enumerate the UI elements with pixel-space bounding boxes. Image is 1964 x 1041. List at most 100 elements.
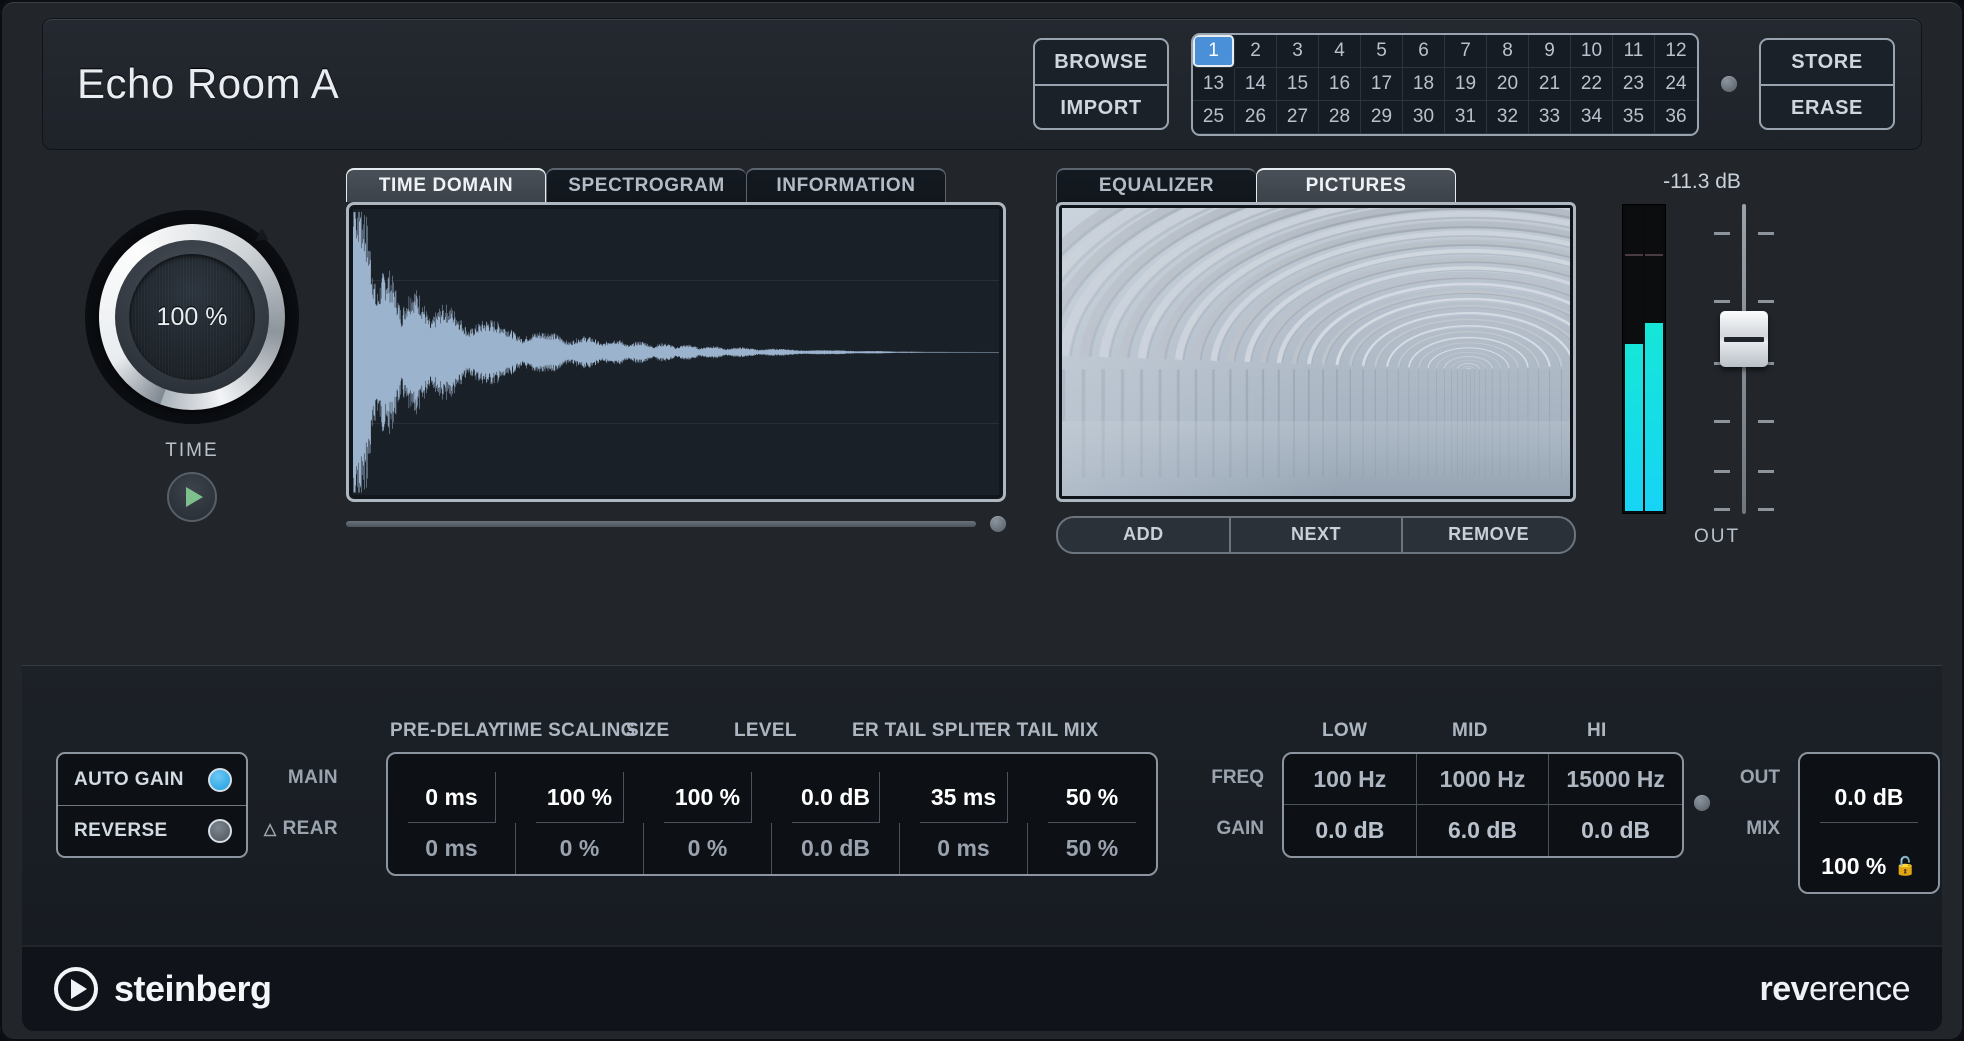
preset-slot-5[interactable]: 5	[1361, 34, 1403, 68]
preset-slot-29[interactable]: 29	[1361, 100, 1403, 134]
preset-slot-25[interactable]: 25	[1193, 100, 1235, 134]
tab-information[interactable]: INFORMATION	[746, 168, 946, 202]
preset-slot-28[interactable]: 28	[1319, 100, 1361, 134]
preset-slot-32[interactable]: 32	[1487, 100, 1529, 134]
play-button[interactable]	[167, 472, 217, 522]
eq-freq-1[interactable]: 1000 Hz	[1416, 754, 1550, 805]
preset-slot-1[interactable]: 1	[1193, 34, 1235, 68]
rear-value-4[interactable]: 0 ms	[900, 823, 1028, 874]
eq-header-mid: MID	[1452, 720, 1488, 741]
store-button[interactable]: STORE	[1761, 40, 1893, 84]
remove-picture-button[interactable]: REMOVE	[1401, 518, 1574, 552]
preset-slot-11[interactable]: 11	[1613, 34, 1655, 68]
eq-gain-1[interactable]: 6.0 dB	[1417, 805, 1550, 856]
preset-slot-22[interactable]: 22	[1571, 67, 1613, 101]
output-meter-group: -11.3 dB OUT	[1622, 168, 1812, 548]
eq-gain-0[interactable]: 0.0 dB	[1284, 805, 1417, 856]
level-meter	[1622, 204, 1666, 514]
preset-slot-27[interactable]: 27	[1277, 100, 1319, 134]
preset-slot-36[interactable]: 36	[1655, 101, 1697, 134]
preset-slot-20[interactable]: 20	[1487, 67, 1529, 101]
main-value-2[interactable]: 100 %	[664, 772, 752, 823]
play-icon	[186, 487, 203, 507]
next-picture-button[interactable]: NEXT	[1228, 518, 1402, 552]
preset-slot-34[interactable]: 34	[1571, 100, 1613, 134]
erase-button[interactable]: ERASE	[1761, 84, 1893, 128]
preset-slot-16[interactable]: 16	[1319, 67, 1361, 101]
eq-freq-0[interactable]: 100 Hz	[1284, 754, 1417, 805]
preset-slot-6[interactable]: 6	[1403, 34, 1445, 68]
display-scrollbar[interactable]	[346, 521, 976, 527]
preset-slot-9[interactable]: 9	[1529, 34, 1571, 68]
param-header-size: SIZE	[626, 720, 670, 741]
preset-slot-3[interactable]: 3	[1277, 34, 1319, 68]
rear-value-2[interactable]: 0 %	[644, 823, 772, 874]
preset-slot-23[interactable]: 23	[1613, 67, 1655, 101]
preset-slot-31[interactable]: 31	[1445, 100, 1487, 134]
unlocked-padlock-icon[interactable]: 🔓	[1894, 856, 1916, 877]
display-panel: TIME DOMAIN SPECTROGRAM INFORMATION	[346, 168, 1006, 532]
tab-spectrogram[interactable]: SPECTROGRAM	[546, 168, 746, 202]
time-knob-group: 100 % TIME	[42, 168, 342, 522]
main-value-3[interactable]: 0.0 dB	[792, 772, 880, 823]
browse-button[interactable]: BROWSE	[1035, 40, 1167, 84]
preset-slot-7[interactable]: 7	[1445, 34, 1487, 68]
preset-slot-33[interactable]: 33	[1529, 100, 1571, 134]
main-value-5[interactable]: 50 %	[1048, 772, 1136, 823]
display-options-dot[interactable]	[990, 516, 1006, 532]
eq-gain-2[interactable]: 0.0 dB	[1549, 805, 1682, 856]
reverse-toggle[interactable]: REVERSE	[58, 805, 246, 856]
main-value-4[interactable]: 35 ms	[920, 772, 1008, 823]
time-knob-label: TIME	[165, 440, 219, 461]
out-gain-value[interactable]: 0.0 dB	[1820, 772, 1918, 823]
preset-slot-15[interactable]: 15	[1277, 67, 1319, 101]
import-button[interactable]: IMPORT	[1035, 84, 1167, 128]
matrix-options-dot[interactable]	[1721, 76, 1737, 92]
preset-slot-2[interactable]: 2	[1235, 34, 1277, 68]
preset-slot-matrix[interactable]: 1 2 3 4 5 6 7 8 9 10 11 12 13 14 15 16 17 18 19 20 21 22 23 24 2…	[1191, 32, 1699, 136]
auto-gain-toggle[interactable]: AUTO GAIN	[58, 754, 246, 805]
preset-slot-13[interactable]: 13	[1193, 67, 1235, 101]
param-header-level: LEVEL	[734, 720, 797, 741]
eq-parameter-grid: 100 Hz 1000 Hz 15000 Hz 0.0 dB 6.0 dB 0.0 dB	[1282, 752, 1684, 858]
preset-slot-8[interactable]: 8	[1487, 34, 1529, 68]
rear-value-1[interactable]: 0 %	[516, 823, 644, 874]
eq-freq-2[interactable]: 15000 Hz	[1549, 754, 1682, 805]
param-row-labels: MAIN △ REAR	[254, 752, 346, 854]
tab-pictures[interactable]: PICTURES	[1256, 168, 1456, 202]
output-row-labels: OUT MIX	[1718, 752, 1790, 854]
preset-slot-14[interactable]: 14	[1235, 67, 1277, 101]
tab-equalizer[interactable]: EQUALIZER	[1056, 168, 1256, 202]
knob-value: 100 %	[156, 302, 228, 331]
fader-tick	[1758, 232, 1774, 235]
output-fader[interactable]	[1694, 204, 1794, 514]
param-header-time-scaling: TIME SCALING	[496, 720, 636, 741]
fader-handle[interactable]	[1720, 310, 1768, 367]
preset-slot-30[interactable]: 30	[1403, 100, 1445, 134]
waveform-display[interactable]	[346, 202, 1006, 502]
preset-slot-21[interactable]: 21	[1529, 67, 1571, 101]
param-header-pre-delay: PRE-DELAY	[390, 720, 501, 741]
preset-slot-26[interactable]: 26	[1235, 100, 1277, 134]
preset-slot-35[interactable]: 35	[1613, 100, 1655, 134]
preset-slot-12[interactable]: 12	[1655, 35, 1697, 68]
rear-value-0[interactable]: 0 ms	[388, 823, 516, 874]
main-value-1[interactable]: 100 %	[536, 772, 624, 823]
mix-value-cell[interactable]: 100 % 🔓	[1820, 841, 1918, 892]
tab-time-domain[interactable]: TIME DOMAIN	[346, 168, 546, 202]
picture-viewer[interactable]	[1056, 202, 1576, 502]
preset-slot-17[interactable]: 17	[1361, 67, 1403, 101]
eq-options-dot[interactable]	[1694, 795, 1710, 811]
add-picture-button[interactable]: ADD	[1058, 518, 1229, 552]
preset-slot-4[interactable]: 4	[1319, 34, 1361, 68]
rear-value-3[interactable]: 0.0 dB	[772, 823, 900, 874]
preset-slot-24[interactable]: 24	[1655, 68, 1697, 101]
eq-gain-label: GAIN	[1216, 817, 1265, 839]
preset-slot-10[interactable]: 10	[1571, 34, 1613, 68]
time-knob[interactable]: 100 %	[85, 210, 299, 424]
picture-button-group: ADD NEXT REMOVE	[1056, 516, 1576, 554]
rear-value-5[interactable]: 50 %	[1028, 823, 1156, 874]
main-value-0[interactable]: 0 ms	[408, 772, 496, 823]
preset-slot-18[interactable]: 18	[1403, 67, 1445, 101]
preset-slot-19[interactable]: 19	[1445, 67, 1487, 101]
